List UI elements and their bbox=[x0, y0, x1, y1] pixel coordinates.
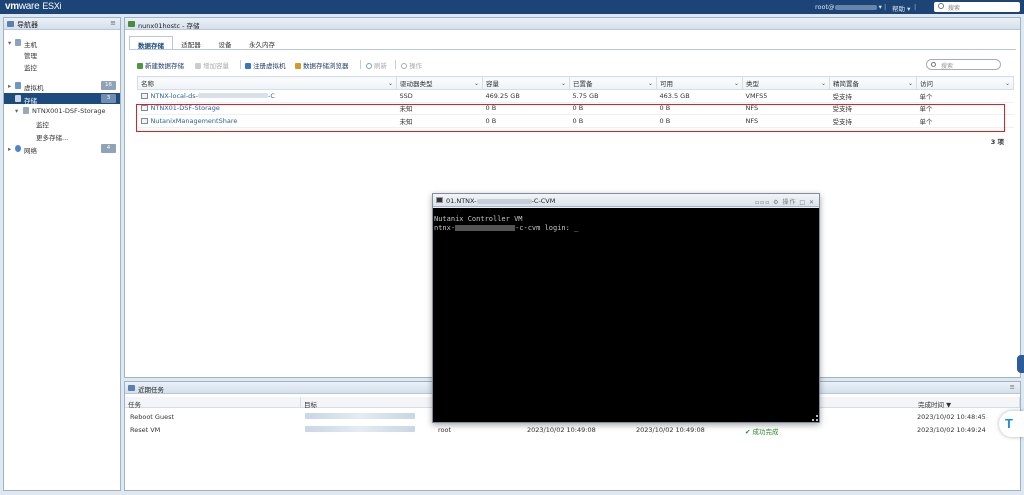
side-scroll-handle[interactable] bbox=[1017, 355, 1024, 373]
network-count-badge: 4 bbox=[101, 144, 116, 153]
widget-logo-icon: T bbox=[1005, 416, 1013, 431]
nav-item-manage[interactable]: 管理 bbox=[4, 48, 120, 60]
tasks-icon bbox=[128, 385, 135, 391]
navigator-header: 导航器 ≡ bbox=[4, 18, 120, 30]
storage-icon bbox=[15, 95, 21, 102]
col-provisioned[interactable]: 已置备 ⌄ bbox=[569, 76, 657, 90]
nav-item-more-storage[interactable]: 更多存储... bbox=[4, 130, 120, 142]
user-menu[interactable]: root@ ▾ bbox=[815, 3, 882, 11]
collapse-icon[interactable]: ≡ bbox=[1010, 383, 1015, 391]
tab-datastores[interactable]: 数据存储 bbox=[129, 36, 173, 50]
new-datastore-icon bbox=[137, 63, 143, 69]
col-capacity[interactable]: 容量 ⌄ bbox=[482, 76, 570, 90]
datastore-browser-button[interactable]: 数据存储浏览器 bbox=[295, 60, 349, 70]
vm-icon bbox=[15, 82, 21, 89]
task-started-time: 2023/10/02 10:49:08 bbox=[636, 426, 705, 434]
col-drive-type[interactable]: 驱动器类型 ⌄ bbox=[396, 76, 483, 90]
actions-button[interactable]: 操作 bbox=[401, 60, 422, 70]
gear-icon bbox=[401, 63, 407, 69]
task-completed-time: 2023/10/02 10:48:45 bbox=[917, 413, 986, 421]
vmware-logo: vmware ESXi bbox=[5, 1, 62, 12]
datastore-icon bbox=[140, 92, 148, 99]
new-datastore-button[interactable]: 新建数据存储 bbox=[137, 60, 184, 70]
storage-panel-header: nunx01hostc - 存储 bbox=[125, 18, 1020, 30]
increase-capacity-button[interactable]: 增加容量 bbox=[195, 60, 229, 70]
table-row[interactable]: NTNX-local-ds- -C SSD 469.25 GB 5.75 GB 4… bbox=[137, 89, 1014, 103]
console-screen[interactable]: Nutanix Controller VM ntnx- -c-cvm login:… bbox=[433, 208, 819, 422]
nav-item-monitor[interactable]: 监控 bbox=[4, 60, 120, 72]
datastore-search-input[interactable]: 搜索 bbox=[926, 59, 1001, 70]
col-type[interactable]: 类型 ⌄ bbox=[742, 76, 830, 90]
col-free[interactable]: 可用 ⌄ bbox=[656, 76, 743, 90]
navigator-panel: 导航器 ≡ ▾ 主机 管理 监控 ▸ 虚拟机 16 存储 3 ▾ NTNX001-DSF-… bbox=[3, 17, 121, 491]
top-bar: vmware ESXi root@ ▾ | 帮助 ▾ | 搜索 bbox=[0, 0, 1024, 14]
collapse-icon[interactable]: ≡ bbox=[110, 19, 116, 27]
task-name: Reset VM bbox=[130, 426, 161, 434]
global-search-input[interactable]: 搜索 bbox=[934, 2, 1020, 12]
highlight-box bbox=[136, 104, 1005, 132]
task-queued-time: 2023/10/02 10:49:08 bbox=[527, 426, 596, 434]
table-header-row: 名称 ⌄ 驱动器类型 ⌄ 容量 ⌄ 已置备 ⌄ 可用 ⌄ 类型 ⌄ 精简置备 ⌄ 访问 ⌄ bbox=[137, 76, 1014, 90]
task-completed-time: 2023/10/02 10:49:24 bbox=[917, 426, 986, 434]
task-result: ✔ 成功完成 bbox=[745, 428, 779, 436]
nav-item-network[interactable]: ▸ 网络 4 bbox=[4, 143, 120, 155]
floating-widget[interactable]: T bbox=[999, 411, 1024, 437]
refresh-icon bbox=[366, 63, 372, 69]
datastore-icon bbox=[23, 107, 29, 114]
col-name[interactable]: 名称 ⌄ bbox=[137, 76, 397, 90]
success-icon: ✔ bbox=[745, 428, 753, 436]
register-vm-icon bbox=[245, 63, 251, 69]
nav-item-ntnx-storage[interactable]: ▾ NTNX001-DSF-Storage bbox=[4, 105, 120, 116]
search-icon bbox=[931, 62, 936, 67]
search-icon bbox=[938, 3, 944, 9]
tab-devices[interactable]: 设备 bbox=[209, 36, 241, 49]
datastore-browser-icon bbox=[295, 63, 301, 69]
navigator-icon bbox=[7, 21, 14, 27]
host-icon bbox=[15, 39, 21, 46]
col-completed[interactable]: 完成时间 ▼ bbox=[915, 397, 1020, 409]
resize-grip[interactable] bbox=[812, 415, 818, 421]
nav-item-host[interactable]: ▾ 主机 bbox=[4, 37, 120, 49]
task-initiator: root bbox=[438, 426, 452, 434]
col-access[interactable]: 访问 ⌄ bbox=[916, 76, 1014, 90]
register-vm-button[interactable]: 注册虚拟机 bbox=[245, 60, 286, 70]
item-count: 3 项 bbox=[990, 138, 1004, 146]
storage-count-badge: 3 bbox=[101, 94, 116, 103]
datastore-name[interactable]: NTNX-local-ds- bbox=[151, 92, 199, 100]
col-target[interactable]: 目标 bbox=[301, 397, 435, 409]
col-task[interactable]: 任务 bbox=[125, 397, 301, 409]
nav-item-storage-monitor[interactable]: 监控 bbox=[4, 117, 120, 129]
vm-console-window[interactable]: 01.NTNX- -C-CVM ▫▫▫ ⚙ 操作 □ ✕ Nutanix Cont… bbox=[432, 193, 820, 423]
tab-adapters[interactable]: 适配器 bbox=[173, 36, 209, 49]
vms-count-badge: 16 bbox=[101, 81, 116, 90]
col-thin-provisioning[interactable]: 精简置备 ⌄ bbox=[829, 76, 917, 90]
console-window-controls[interactable]: ▫▫▫ ⚙ 操作 □ ✕ bbox=[755, 197, 815, 206]
host-icon bbox=[128, 21, 135, 27]
nav-item-storage[interactable]: 存储 3 bbox=[4, 93, 120, 105]
refresh-button[interactable]: 刷新 bbox=[366, 60, 387, 70]
help-menu[interactable]: 帮助 ▾ bbox=[892, 3, 910, 13]
network-icon bbox=[15, 145, 21, 152]
nav-item-vms[interactable]: ▸ 虚拟机 16 bbox=[4, 80, 120, 92]
task-name: Reboot Guest bbox=[130, 413, 175, 421]
console-icon bbox=[436, 197, 443, 203]
tab-persistent-memory[interactable]: 永久内存 bbox=[241, 36, 283, 49]
console-titlebar[interactable]: 01.NTNX- -C-CVM ▫▫▫ ⚙ 操作 □ ✕ bbox=[433, 194, 819, 207]
increase-capacity-icon bbox=[195, 63, 201, 69]
